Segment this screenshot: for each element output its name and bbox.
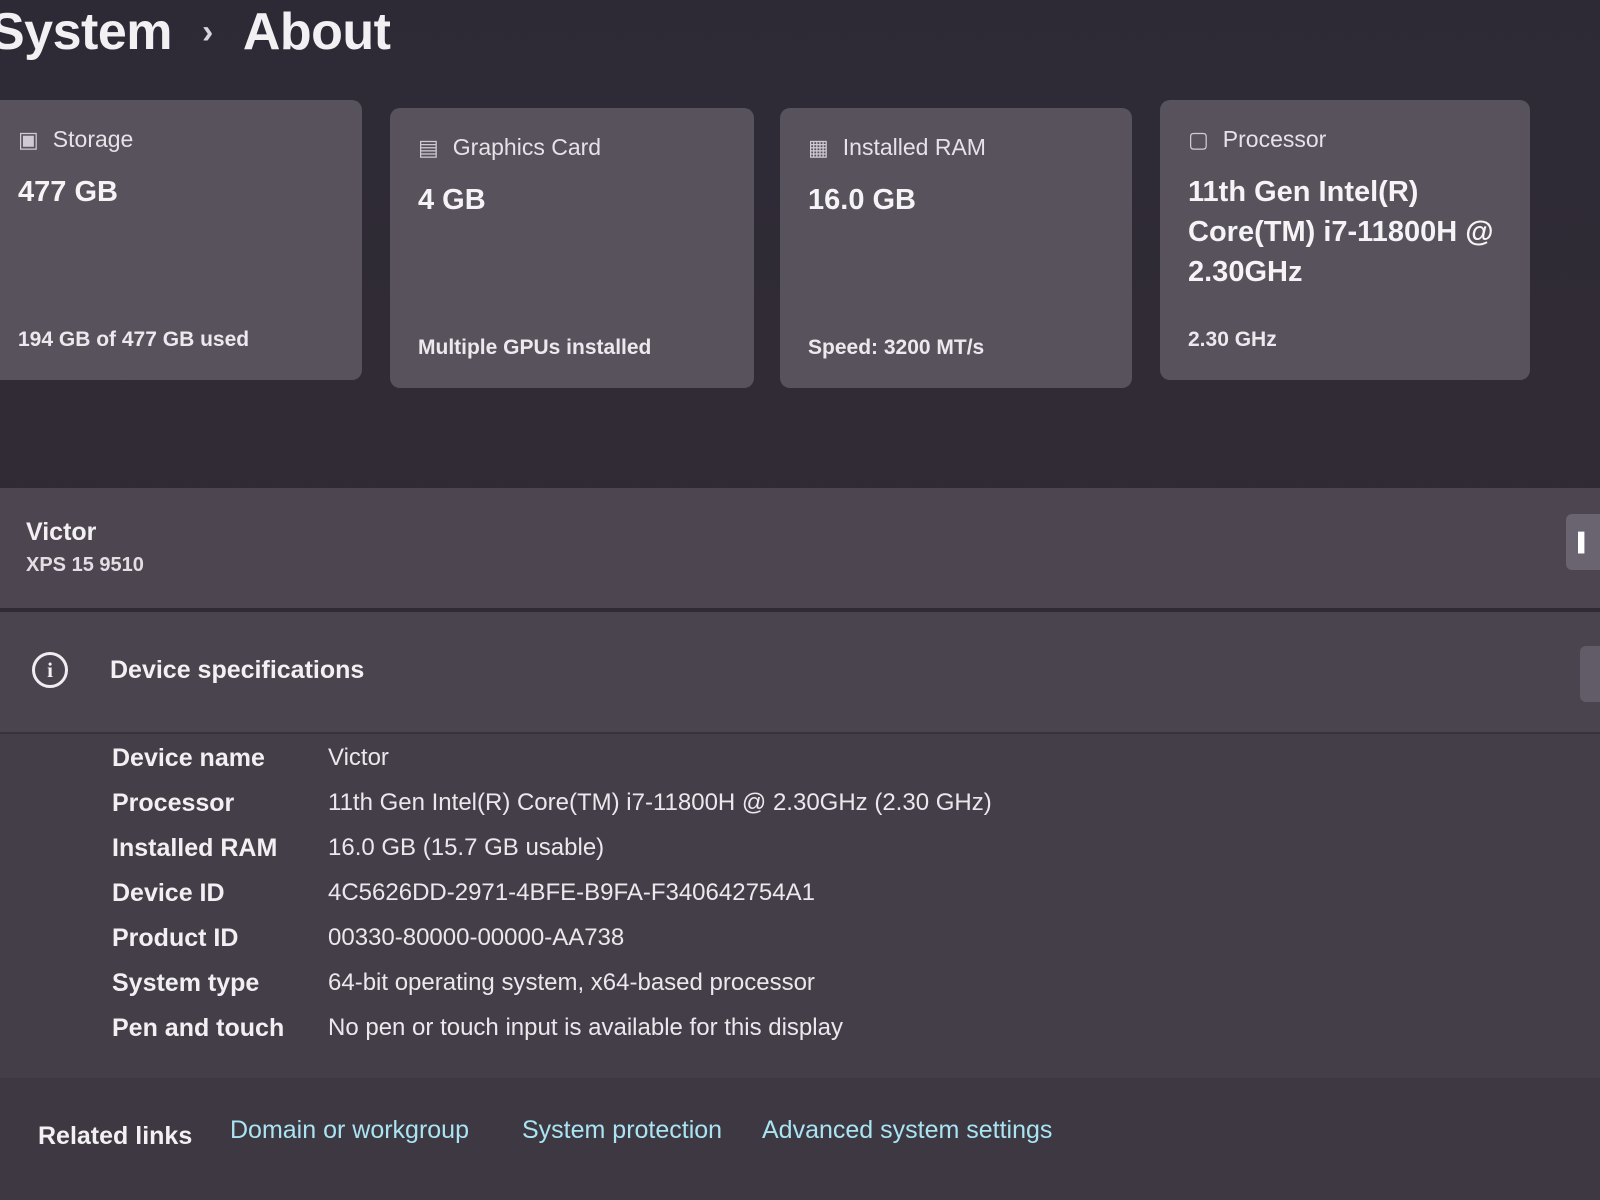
card-value: 477 GB [18, 176, 118, 208]
card-value: 16.0 GB [808, 184, 916, 216]
spec-row: Installed RAM 16.0 GB (15.7 GB usable) [0, 834, 1600, 878]
spec-value: Victor [328, 744, 389, 771]
device-name-bar: Victor XPS 15 9510 ▌ [0, 488, 1600, 608]
card-subtext: 2.30 GHz [1188, 328, 1277, 351]
card-label: Graphics Card [452, 134, 602, 160]
spec-cards: ▣ Storage 477 GB 194 GB of 477 GB used ▤… [0, 100, 1600, 390]
related-links-bar: Related links Domain or workgroup System… [0, 1078, 1600, 1200]
card-label: Processor [1222, 126, 1327, 152]
breadcrumb-parent[interactable]: System [0, 2, 173, 62]
page-title: About [242, 3, 391, 61]
spec-label: Product ID [112, 924, 239, 952]
spec-value: 64-bit operating system, x64-based proce… [328, 969, 815, 996]
spec-row: Pen and touch No pen or touch input is a… [0, 1014, 1600, 1058]
storage-icon: ▣ [18, 126, 39, 152]
copy-button[interactable] [1580, 646, 1600, 702]
system-protection-link[interactable]: System protection [522, 1116, 722, 1145]
spec-row: Device name Victor [0, 744, 1600, 788]
spec-label: Device name [112, 744, 265, 772]
device-specifications-header[interactable]: i Device specifications [0, 612, 1600, 734]
processor-icon: ▢ [1188, 126, 1209, 152]
card-subtext: 194 GB of 477 GB used [18, 328, 250, 351]
card-label: Installed RAM [842, 134, 986, 160]
spec-value: 4C5626DD-2971-4BFE-B9FA-F340642754A1 [328, 879, 815, 906]
ram-icon: ▦ [808, 134, 829, 160]
spec-value: No pen or touch input is available for t… [328, 1014, 843, 1041]
chevron-right-icon: › [202, 12, 213, 51]
card-value: 11th Gen Intel(R) Core(TM) i7-11800H @ 2… [1188, 176, 1494, 288]
card-subtext: Multiple GPUs installed [418, 336, 652, 359]
storage-card[interactable]: ▣ Storage 477 GB 194 GB of 477 GB used [0, 100, 362, 380]
spec-row: Processor 11th Gen Intel(R) Core(TM) i7-… [0, 789, 1600, 833]
card-value: 4 GB [418, 184, 486, 216]
advanced-system-settings-link[interactable]: Advanced system settings [762, 1116, 1052, 1145]
processor-card[interactable]: ▢ Processor 11th Gen Intel(R) Core(TM) i… [1160, 100, 1530, 380]
spec-label: Device ID [112, 879, 225, 907]
installed-ram-card[interactable]: ▦ Installed RAM 16.0 GB Speed: 3200 MT/s [780, 108, 1132, 388]
domain-or-workgroup-link[interactable]: Domain or workgroup [230, 1116, 469, 1145]
device-model: XPS 15 9510 [26, 554, 144, 576]
spec-value: 11th Gen Intel(R) Core(TM) i7-11800H @ 2… [328, 789, 992, 816]
graphics-card-icon: ▤ [418, 134, 439, 160]
spec-row: Product ID 00330-80000-00000-AA738 [0, 924, 1600, 968]
spec-label: Installed RAM [112, 834, 278, 862]
card-subtext: Speed: 3200 MT/s [808, 336, 985, 359]
section-title: Device specifications [110, 656, 365, 684]
spec-row: Device ID 4C5626DD-2971-4BFE-B9FA-F34064… [0, 879, 1600, 923]
spec-label: System type [112, 969, 260, 997]
device-name: Victor [26, 518, 97, 546]
info-icon: i [32, 652, 68, 688]
graphics-card-card[interactable]: ▤ Graphics Card 4 GB Multiple GPUs insta… [390, 108, 754, 388]
rename-button[interactable]: ▌ [1566, 514, 1600, 570]
spec-value: 16.0 GB (15.7 GB usable) [328, 834, 605, 861]
spec-label: Processor [112, 789, 235, 817]
spec-value: 00330-80000-00000-AA738 [328, 924, 625, 951]
spec-label: Pen and touch [112, 1014, 285, 1042]
breadcrumb: System › About [0, 2, 391, 62]
card-label: Storage [52, 126, 134, 152]
related-links-label: Related links [38, 1122, 193, 1150]
spec-row: System type 64-bit operating system, x64… [0, 969, 1600, 1013]
